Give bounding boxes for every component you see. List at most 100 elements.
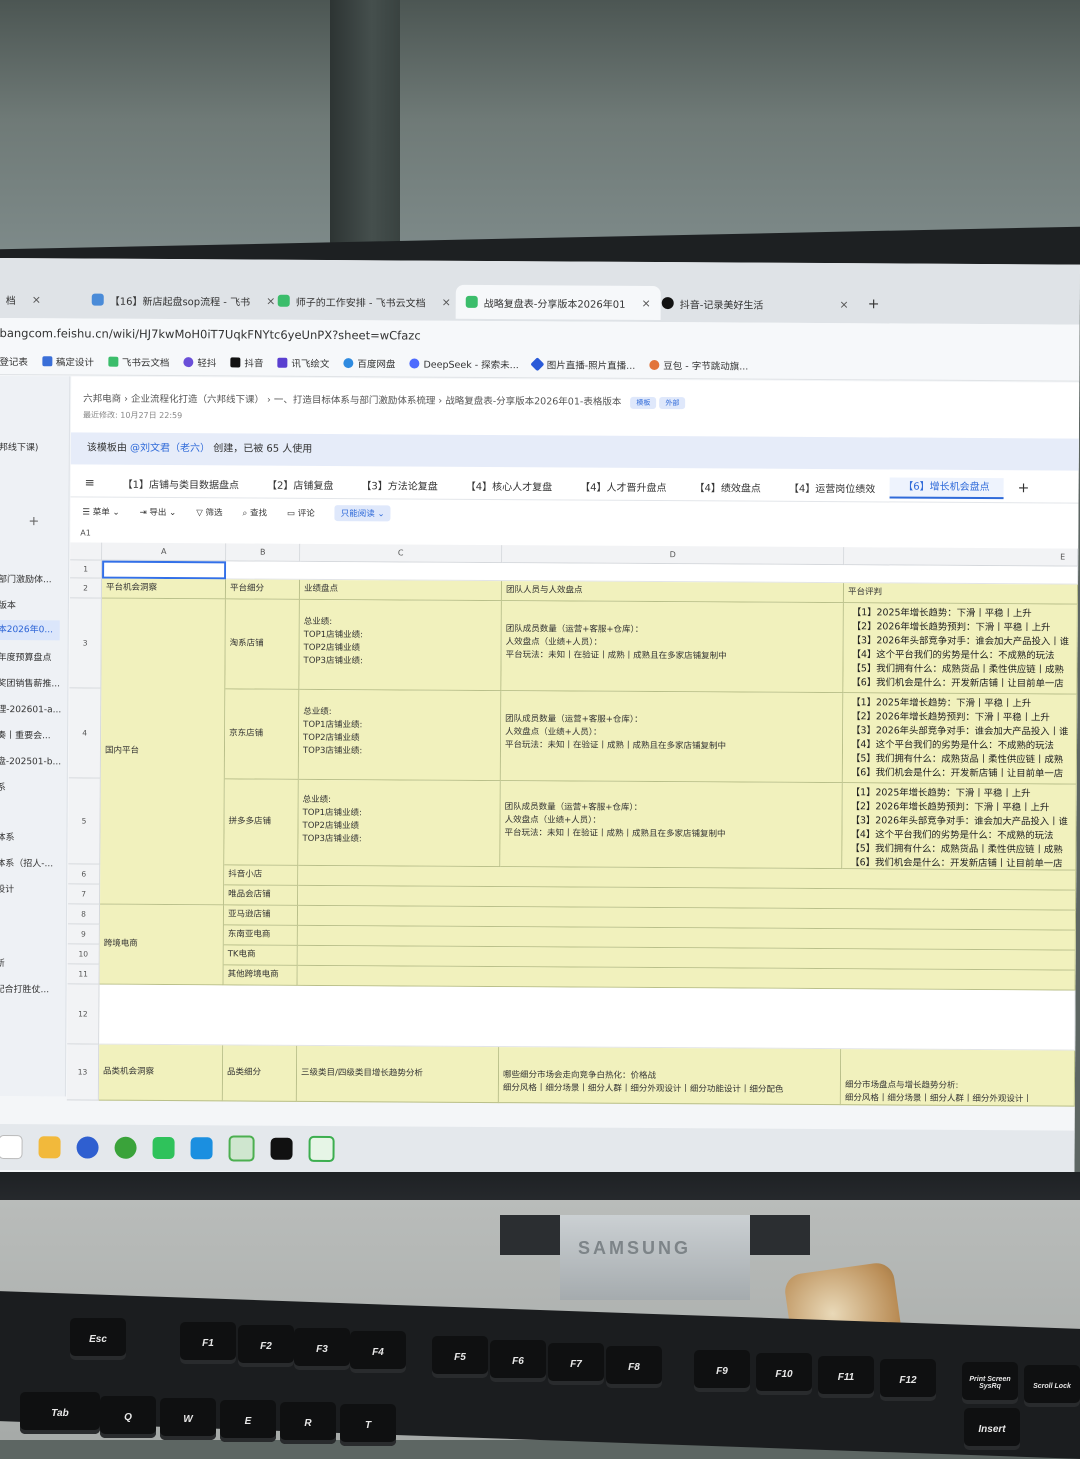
key-tab[interactable]: Tab [20, 1392, 100, 1434]
merged-cell-domestic[interactable]: 国内平台 [100, 598, 226, 906]
export-button[interactable]: ⇥ 导出 ⌄ [140, 506, 177, 518]
sidebar-item[interactable]: 奖团销售薪推... [0, 676, 60, 689]
row-header[interactable]: 10 [67, 944, 100, 965]
sidebar-item[interactable]: 年度预算盘点 [0, 650, 52, 663]
sidebar-item[interactable]: 奏丨重要会... [0, 728, 51, 741]
sidebar-item[interactable]: 版本 [0, 598, 16, 611]
header-cell[interactable]: 业绩盘点 [299, 579, 503, 602]
key-f1[interactable]: F1 [180, 1322, 236, 1364]
table-cell[interactable]: 拼多多店铺 [224, 779, 299, 866]
sidebar-item-active[interactable]: 本2026年0... [0, 619, 60, 641]
row-header[interactable]: 4 [68, 688, 102, 779]
browser-app-icon[interactable] [228, 1135, 255, 1162]
sheet-tab[interactable]: 【4】绩效盘点 [681, 479, 775, 495]
sidebar-item[interactable]: 断 [0, 956, 5, 969]
bookmark[interactable]: 百度网盘 [343, 356, 395, 370]
capcut-icon[interactable] [270, 1137, 293, 1160]
row-header[interactable]: 9 [67, 924, 100, 945]
key-f7[interactable]: F7 [548, 1343, 604, 1385]
table-cell[interactable]: 总业绩: TOP1店铺业绩: TOP2店铺业绩 TOP3店铺业绩: [299, 599, 502, 692]
new-tab-button[interactable]: + [858, 287, 890, 321]
row-header[interactable]: 1 [70, 560, 103, 579]
browser-tab[interactable]: 师子的工作安排 - 飞书云文档 × [268, 284, 461, 319]
key-f12[interactable]: F12 [880, 1359, 936, 1401]
breadcrumb-item[interactable]: 六邦电商 [83, 394, 121, 405]
table-cell[interactable]: TK电商 [223, 945, 298, 966]
key-esc[interactable]: Esc [70, 1318, 126, 1360]
key-f6[interactable]: F6 [490, 1340, 546, 1382]
wechat-icon[interactable] [152, 1136, 175, 1160]
table-cell[interactable]: 细分市场盘点与增长趋势分析: 细分风格丨细分场景丨细分人群丨细分外观设计丨 [840, 1049, 1076, 1107]
key-scroll-lock[interactable]: Scroll Lock [1024, 1365, 1080, 1407]
breadcrumb-item[interactable]: 一、打造目标体系与部门激励体系梳理 [274, 395, 436, 407]
table-cell[interactable]: 品类机会洞察 [98, 1044, 224, 1102]
table-cell[interactable]: 总业绩: TOP1店铺业绩: TOP2店铺业绩 TOP3店铺业绩: [298, 779, 501, 868]
row-header[interactable]: 7 [68, 884, 101, 905]
bookmark[interactable]: 登记表 [0, 354, 28, 368]
table-cell[interactable]: 总业绩: TOP1店铺业绩: TOP2店铺业绩 TOP3店铺业绩: [298, 689, 502, 782]
browser-tab-active[interactable]: 战略复盘表-分享版本2026年01 × [455, 284, 661, 321]
key-insert[interactable]: Insert [964, 1408, 1020, 1450]
key-r[interactable]: R [280, 1402, 336, 1444]
column-header[interactable]: D [502, 545, 845, 566]
table-cell[interactable]: 其他跨境电商 [223, 965, 298, 986]
row-header[interactable]: 13 [66, 1044, 100, 1101]
add-sheet-button[interactable]: + [1004, 480, 1044, 496]
row-header[interactable]: 12 [67, 984, 100, 1045]
selected-cell[interactable] [102, 560, 227, 580]
folder-icon[interactable] [38, 1136, 61, 1159]
sheet-tab[interactable]: 【4】人才晋升盘点 [566, 478, 680, 494]
bookmark[interactable]: 抖音 [230, 355, 263, 370]
spreadsheet-grid[interactable]: A B C D E 1 2 3 4 5 6 7 8 9 10 11 12 13 … [66, 542, 1079, 1108]
author-link[interactable]: @刘文君（老六） [130, 443, 210, 454]
menu-button[interactable]: ☰ 菜单 ⌄ [82, 506, 119, 518]
row-header[interactable]: 6 [68, 864, 101, 885]
close-icon[interactable]: × [32, 293, 41, 306]
ie-browser-icon[interactable] [114, 1136, 137, 1159]
sidebar-item[interactable]: 理-202601-a... [0, 702, 61, 715]
key-f10[interactable]: F10 [756, 1353, 812, 1395]
table-cell[interactable]: 抖音小店 [224, 865, 299, 886]
key-f8[interactable]: F8 [606, 1346, 662, 1388]
table-cell[interactable]: 淘系店铺 [225, 599, 300, 690]
chat-icon[interactable] [308, 1135, 335, 1163]
table-cell[interactable]: 团队成员数量（运营+客服+仓库）： 人效盘点（业绩+人员）： 平台玩法：未知丨在… [500, 691, 844, 784]
browser-tab[interactable]: 档 × [0, 282, 86, 317]
bookmark[interactable]: 轻抖 [183, 355, 216, 369]
add-icon[interactable]: + [28, 514, 39, 529]
table-cell[interactable]: 品类细分 [222, 1045, 298, 1102]
feishu-app-icon[interactable] [190, 1137, 213, 1160]
sidebar-item[interactable]: 盘-202501-b... [0, 754, 61, 767]
comment-button[interactable]: ▭ 评论 [287, 507, 315, 519]
readonly-badge[interactable]: 只能阅读 ⌄ [334, 505, 391, 522]
bookmark[interactable]: 讯飞绘文 [277, 356, 329, 370]
table-cell[interactable]: 团队成员数量（运营+客服+仓库）： 人效盘点（业绩+人员）： 平台玩法：未知丨在… [500, 781, 843, 870]
column-header[interactable]: C [300, 543, 503, 564]
column-header[interactable]: B [226, 543, 301, 562]
bookmark[interactable]: 稿定设计 [41, 354, 94, 369]
browser-tab[interactable]: 抖音-记录美好生活 × [652, 286, 859, 321]
close-icon[interactable]: × [641, 296, 650, 309]
key-f4[interactable]: F4 [350, 1331, 406, 1373]
table-cell[interactable]: 亚马逊店铺 [223, 905, 299, 926]
key-f5[interactable]: F5 [432, 1336, 488, 1378]
shield-icon[interactable] [76, 1136, 99, 1159]
table-cell[interactable]: 京东店铺 [224, 689, 300, 780]
layers-icon[interactable]: ≡ [71, 475, 109, 490]
sidebar-item[interactable]: 体系（招人-... [0, 856, 53, 869]
key-f11[interactable]: F11 [818, 1356, 874, 1398]
table-cell[interactable]: 唯品会店铺 [224, 885, 299, 906]
bookmark[interactable]: 飞书云文档 [107, 355, 170, 369]
corner-cell[interactable] [70, 542, 103, 561]
table-cell[interactable]: 【1】2025年增长趋势：下滑丨平稳丨上升 【2】2026年增长趋势预判：下滑丨… [842, 693, 1078, 785]
key-w[interactable]: W [160, 1398, 216, 1440]
breadcrumb-item[interactable]: 企业流程化打造（六邦线下课） [131, 394, 264, 406]
key-e[interactable]: E [220, 1400, 276, 1442]
table-cell[interactable]: 【1】2025年增长趋势：下滑丨平稳丨上升 【2】2026年增长趋势预判：下滑丨… [843, 603, 1078, 695]
table-cell[interactable]: 三级类目/四级类目增长趋势分析 [296, 1045, 500, 1104]
sidebar-item[interactable]: 部门激励体... [0, 572, 52, 585]
sheet-tab[interactable]: 【4】运营岗位绩效 [775, 479, 889, 495]
bookmark[interactable]: DeepSeek - 探索未... [409, 357, 519, 371]
key-f2[interactable]: F2 [238, 1325, 294, 1367]
filter-button[interactable]: ▽ 筛选 [196, 506, 222, 518]
